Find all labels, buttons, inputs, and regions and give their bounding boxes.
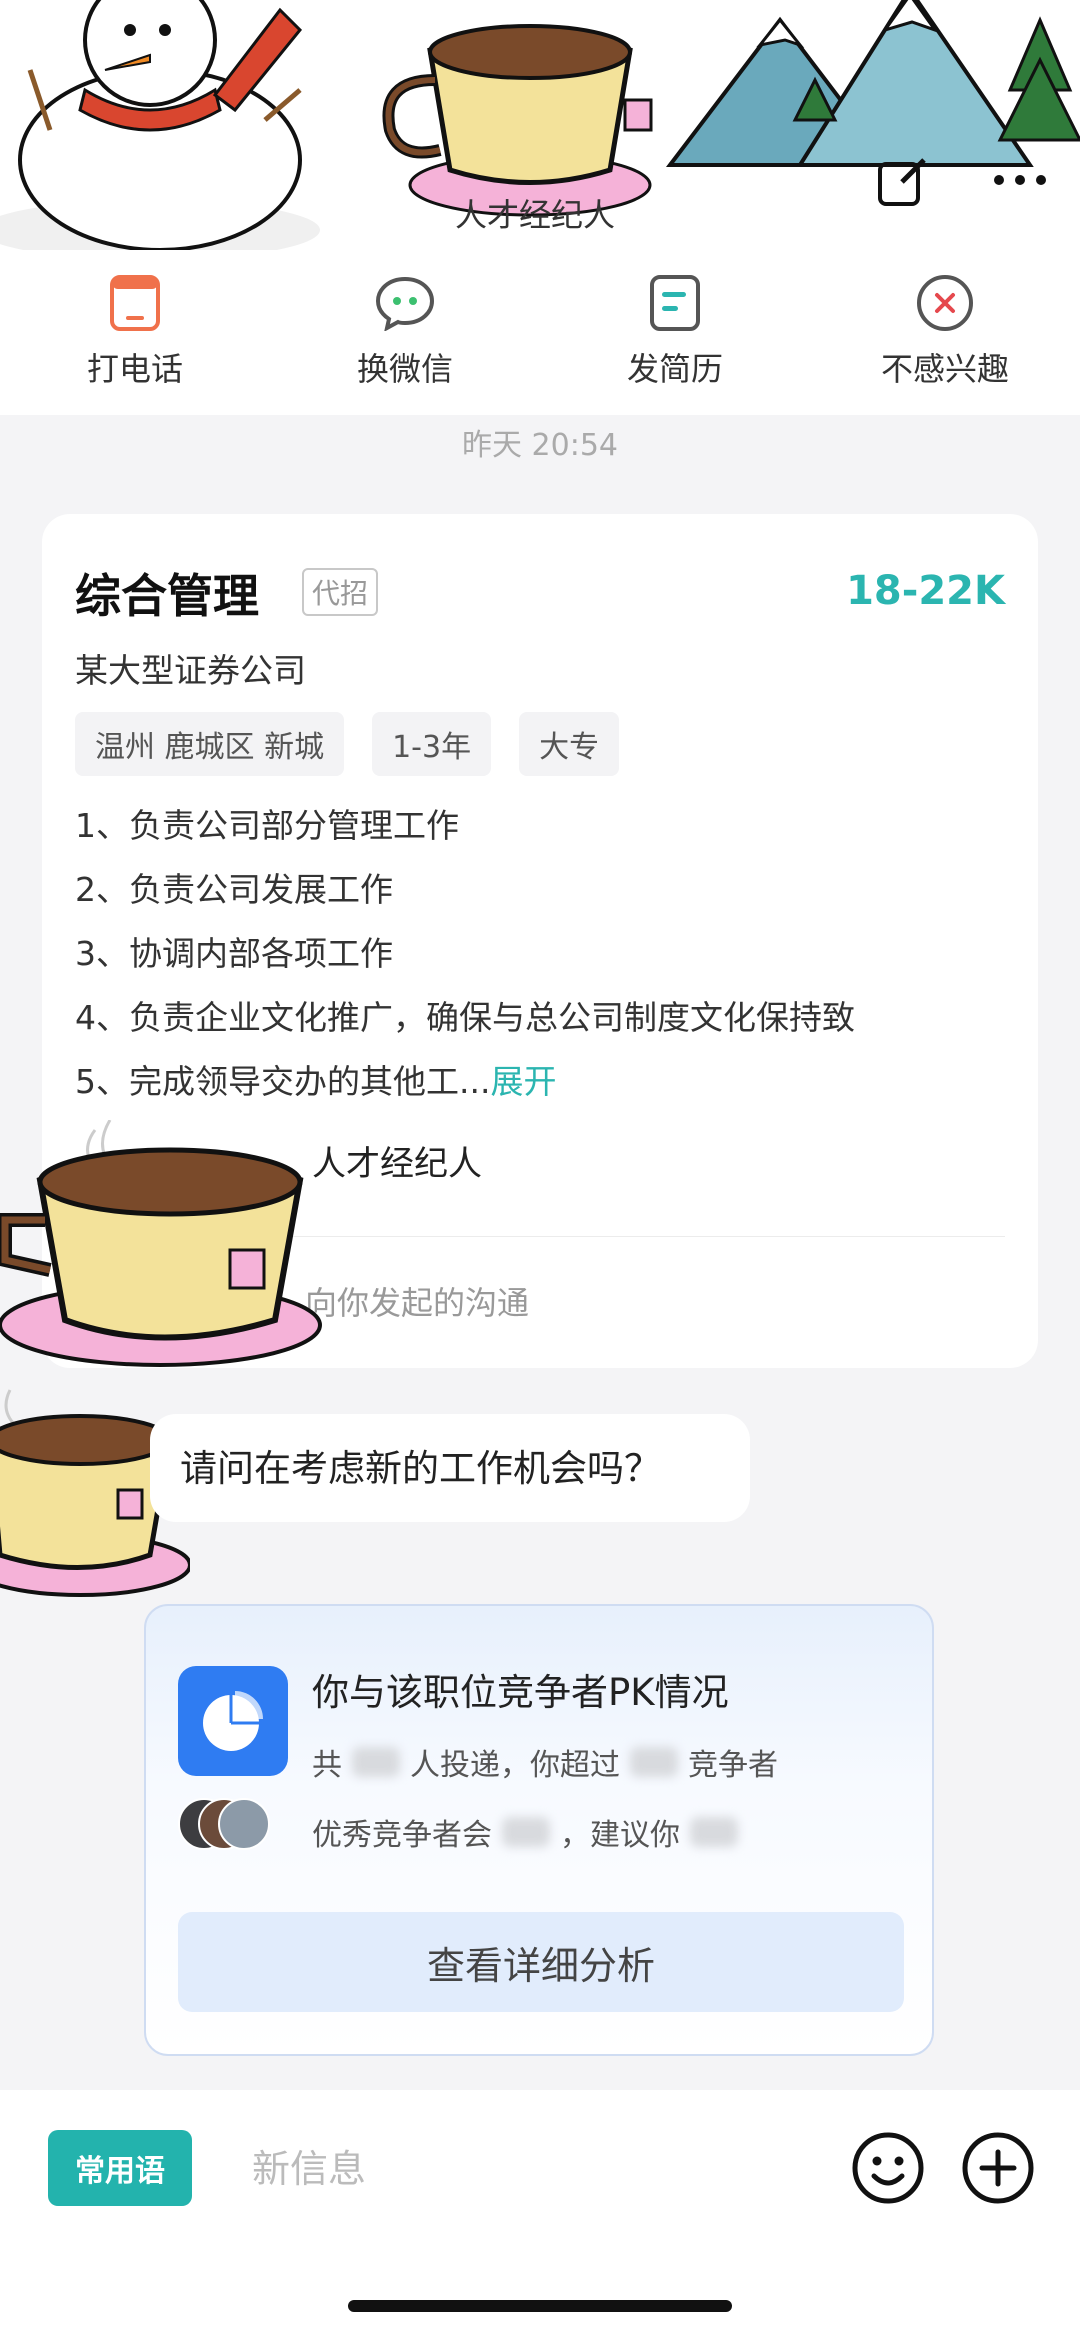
job-description: 1、负责公司部分管理工作 2、负责公司发展工作 3、协调内部各项工作 4、负责企…	[75, 794, 1015, 1114]
not-interested-icon	[914, 272, 976, 334]
blurred-count	[352, 1747, 400, 1777]
snowman-sticker	[0, 0, 320, 250]
agency-tag: 代招	[302, 568, 379, 616]
blurred-count	[630, 1747, 678, 1777]
emoji-icon[interactable]	[850, 2130, 926, 2206]
message-timestamp: 昨天 20:54	[462, 428, 618, 463]
experience-tag: 1-3年	[372, 712, 492, 776]
teacup-sticker	[382, 24, 653, 217]
wechat-label: 换微信	[356, 350, 453, 388]
plus-icon[interactable]	[960, 2130, 1036, 2206]
description-line-text: 5、完成领导交办的其他工...	[75, 1062, 491, 1101]
not-interested-label: 不感兴趣	[880, 350, 1009, 388]
expand-link[interactable]: 展开	[490, 1062, 556, 1101]
education-tag: 大专	[519, 712, 620, 776]
message-input[interactable]	[250, 2130, 814, 2208]
pk-suggestion-line: 优秀竞争者会 ，建议你	[312, 1810, 748, 1854]
edit-icon[interactable]	[872, 152, 932, 212]
pk-line1-suffix: 竞争者	[688, 1748, 778, 1783]
competitor-avatars	[178, 1798, 270, 1852]
wechat-icon	[374, 272, 436, 334]
send-resume-button[interactable]: 发简历	[540, 250, 810, 415]
location-tag: 温州 鹿城区 新城	[75, 712, 345, 776]
common-phrases-button[interactable]: 常用语	[48, 2130, 192, 2206]
call-button[interactable]: 打电话	[0, 250, 270, 415]
pk-card[interactable]: 你与该职位竞争者PK情况 共 人投递，你超过 竞争者 优秀竞争者会 ，建议你 查…	[144, 1604, 934, 2056]
wechat-button[interactable]: 换微信	[270, 250, 540, 415]
more-icon[interactable]	[985, 160, 1055, 200]
teacup-sticker	[0, 1120, 322, 1367]
company-name: 某大型证券公司	[75, 651, 306, 690]
blurred-value	[502, 1817, 550, 1847]
resume-icon	[644, 272, 706, 334]
pk-line2-prefix: 优秀竞争者会	[312, 1818, 492, 1853]
description-line: 5、完成领导交办的其他工...展开	[75, 1050, 1015, 1114]
pk-line1-prefix: 共	[312, 1748, 342, 1783]
header-title: 人才经纪人	[455, 196, 616, 234]
description-line: 2、负责公司发展工作	[75, 870, 393, 909]
description-line: 3、协调内部各项工作	[75, 934, 393, 973]
pk-title: 你与该职位竞争者PK情况	[312, 1671, 729, 1714]
action-bar: 打电话 换微信 发简历 不感兴趣	[0, 250, 1080, 415]
mountains-sticker	[665, 0, 1080, 167]
job-tags: 温州 鹿城区 新城 1-3年 大专	[75, 712, 620, 776]
description-line: 1、负责公司部分管理工作	[75, 806, 459, 845]
not-interested-button[interactable]: 不感兴趣	[810, 250, 1080, 415]
call-label: 打电话	[86, 350, 183, 388]
view-analysis-button[interactable]: 查看详细分析	[178, 1912, 904, 2012]
phone-icon	[104, 272, 166, 334]
job-title: 综合管理	[75, 569, 259, 623]
pk-line1-middle: 人投递，你超过	[410, 1748, 620, 1783]
pie-chart-icon	[178, 1666, 288, 1776]
job-salary: 18-22K	[846, 568, 1005, 614]
chat-header: 人才经纪人	[0, 0, 1080, 250]
avatar	[218, 1798, 270, 1850]
resume-label: 发简历	[626, 350, 723, 388]
home-indicator	[348, 2300, 732, 2312]
description-line: 4、负责企业文化推广，确保与总公司制度文化保持致	[75, 998, 855, 1037]
pk-line2-middle: ，建议你	[560, 1818, 680, 1853]
message-text: 请问在考虑新的工作机会吗？	[180, 1447, 661, 1490]
pk-stats-line: 共 人投递，你超过 竞争者	[312, 1740, 778, 1784]
blurred-value	[690, 1817, 738, 1847]
